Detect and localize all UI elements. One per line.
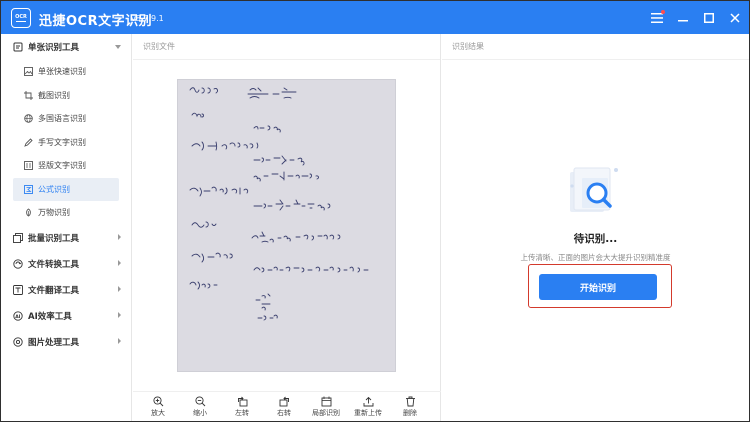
- maximize-icon: [704, 12, 714, 23]
- hamburger-icon: [651, 12, 663, 23]
- sidebar: 单张识别工具 单张快速识别 截图识别 多国语言识别 手写文字识别 竖版文字识别 …: [1, 34, 132, 421]
- chevron-down-icon: [115, 45, 121, 49]
- sidebar-item-quick[interactable]: 单张快速识别: [1, 60, 131, 84]
- sidebar-item-formula[interactable]: 公式识别: [13, 177, 119, 201]
- waiting-status: 待识别...: [573, 233, 618, 245]
- rotate-left-icon: [236, 395, 248, 407]
- sidebar-item-multilang[interactable]: 多国语言识别: [1, 107, 131, 131]
- partial-recognize-button[interactable]: 局部识别: [309, 392, 343, 421]
- handwritten-formula-scribble: [189, 87, 369, 321]
- chevron-right-icon: [118, 259, 121, 266]
- chevron-right-icon: [118, 233, 121, 240]
- zoom-in-button[interactable]: 放大: [141, 392, 175, 421]
- image-icon: [23, 67, 33, 77]
- minimize-icon: [678, 19, 688, 21]
- reupload-button[interactable]: 重新上传: [351, 392, 385, 421]
- uploaded-formula-image: [177, 79, 396, 372]
- source-panel-header: 识别文件: [133, 34, 440, 60]
- chevron-right-icon: [118, 285, 121, 292]
- pen-icon: [23, 137, 33, 147]
- delete-icon: [404, 395, 416, 407]
- maximize-button[interactable]: [697, 6, 721, 30]
- preview-toolbar: 放大 缩小 左转 右转 局部识别 重新上传 删除: [133, 391, 441, 421]
- image-process-icon: [13, 336, 23, 347]
- zoom-in-icon: [152, 395, 164, 407]
- start-button-highlight: 开始识别: [528, 264, 672, 308]
- delete-button[interactable]: 删除: [393, 392, 427, 421]
- batch-icon: [13, 232, 23, 243]
- sidebar-group-batch[interactable]: 批量识别工具: [1, 225, 131, 251]
- sidebar-group-translate[interactable]: 文件翻译工具: [1, 277, 131, 303]
- vertical-text-icon: [23, 161, 33, 171]
- upload-hint: 上传清晰、正面的图片会大大提升识别精准度: [520, 253, 671, 262]
- close-icon: [730, 12, 740, 23]
- result-panel: 识别结果 待识别... 上传清晰、正面的图片会大大提升识别精准度 开始识别: [442, 34, 749, 421]
- sidebar-item-handwriting[interactable]: 手写文字识别: [1, 131, 131, 155]
- sidebar-group-ai[interactable]: AI AI效率工具: [1, 303, 131, 329]
- source-file-panel: 识别文件 放大 缩小 左转 右转 局部识别 重新上传 删除: [133, 34, 441, 421]
- sidebar-group-convert[interactable]: 文件转换工具: [1, 251, 131, 277]
- partial-recognize-icon: [320, 395, 332, 407]
- zoom-out-icon: [194, 395, 206, 407]
- crop-icon: [23, 90, 33, 100]
- sidebar-item-vertical[interactable]: 竖版文字识别: [1, 154, 131, 178]
- ai-icon: AI: [13, 310, 23, 321]
- sidebar-group-single[interactable]: 单张识别工具: [1, 34, 131, 60]
- start-recognize-button[interactable]: 开始识别: [539, 274, 657, 300]
- rotate-left-button[interactable]: 左转: [225, 392, 259, 421]
- title-bar: OCR 迅捷OCR文字识别 v8.7.9.1: [1, 1, 749, 34]
- app-logo-icon: OCR: [11, 8, 31, 28]
- minimize-button[interactable]: [671, 6, 695, 30]
- chevron-right-icon: [118, 337, 121, 344]
- close-button[interactable]: [723, 6, 747, 30]
- result-panel-header: 识别结果: [442, 34, 749, 60]
- single-scan-icon: [13, 42, 23, 52]
- search-document-icon: [564, 160, 624, 220]
- formula-icon: [23, 184, 33, 194]
- notification-dot: [661, 9, 665, 14]
- translate-icon: [13, 284, 23, 295]
- zoom-out-button[interactable]: 缩小: [183, 392, 217, 421]
- document-preview-area: [133, 61, 441, 391]
- menu-button[interactable]: [645, 6, 669, 30]
- sidebar-item-object[interactable]: 万物识别: [1, 201, 131, 225]
- app-version: v8.7.9.1: [131, 14, 164, 23]
- svg-text:AI: AI: [15, 313, 20, 319]
- sidebar-group-image[interactable]: 图片处理工具: [1, 329, 131, 355]
- rotate-right-icon: [278, 395, 290, 407]
- upload-icon: [362, 395, 374, 407]
- object-icon: [23, 208, 33, 218]
- rotate-right-button[interactable]: 右转: [267, 392, 301, 421]
- globe-icon: [23, 114, 33, 124]
- convert-icon: [13, 258, 23, 269]
- window-controls: [645, 1, 749, 34]
- app-window: OCR 迅捷OCR文字识别 v8.7.9.1 单张识别工具 单张快速识别 截图识…: [0, 0, 750, 422]
- sidebar-item-screenshot[interactable]: 截图识别: [1, 84, 131, 108]
- chevron-right-icon: [118, 311, 121, 318]
